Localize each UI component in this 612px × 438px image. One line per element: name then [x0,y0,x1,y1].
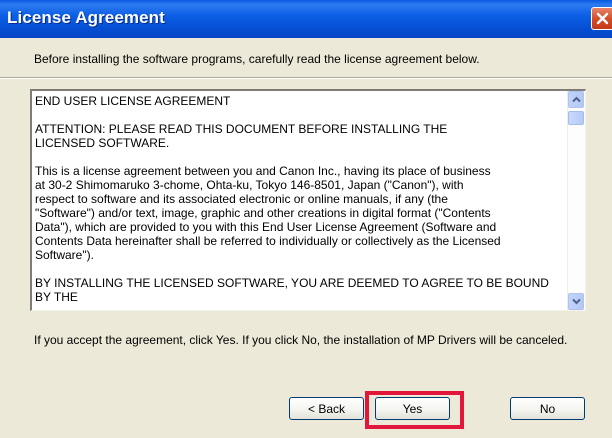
scroll-down-button[interactable] [568,293,584,310]
scroll-up-button[interactable] [568,91,584,108]
scroll-thumb[interactable] [568,111,584,125]
footer-instruction: If you accept the agreement, click Yes. … [34,333,568,347]
divider [0,77,612,79]
license-text-area[interactable]: END USER LICENSE AGREEMENT ATTENTION: PL… [30,89,586,311]
close-icon [596,12,609,25]
license-text: END USER LICENSE AGREEMENT ATTENTION: PL… [35,94,565,310]
chevron-down-icon [572,298,581,305]
instruction-text: Before installing the software programs,… [34,52,480,66]
chevron-up-icon [572,96,581,103]
title-bar: License Agreement [0,0,612,38]
yes-button[interactable]: Yes [375,397,450,420]
license-heading: END USER LICENSE AGREEMENT [35,94,231,108]
window-title: License Agreement [7,8,165,27]
vertical-scrollbar[interactable] [567,91,585,310]
license-paragraph: This is a license agreement between you … [35,164,501,262]
back-button[interactable]: < Back [289,397,364,420]
license-paragraph-cut: BY INSTALLING THE LICENSED SOFTWARE, YOU… [35,276,549,304]
license-attention: ATTENTION: PLEASE READ THIS DOCUMENT BEF… [35,122,448,150]
close-button[interactable] [591,7,612,30]
no-button[interactable]: No [510,397,585,420]
